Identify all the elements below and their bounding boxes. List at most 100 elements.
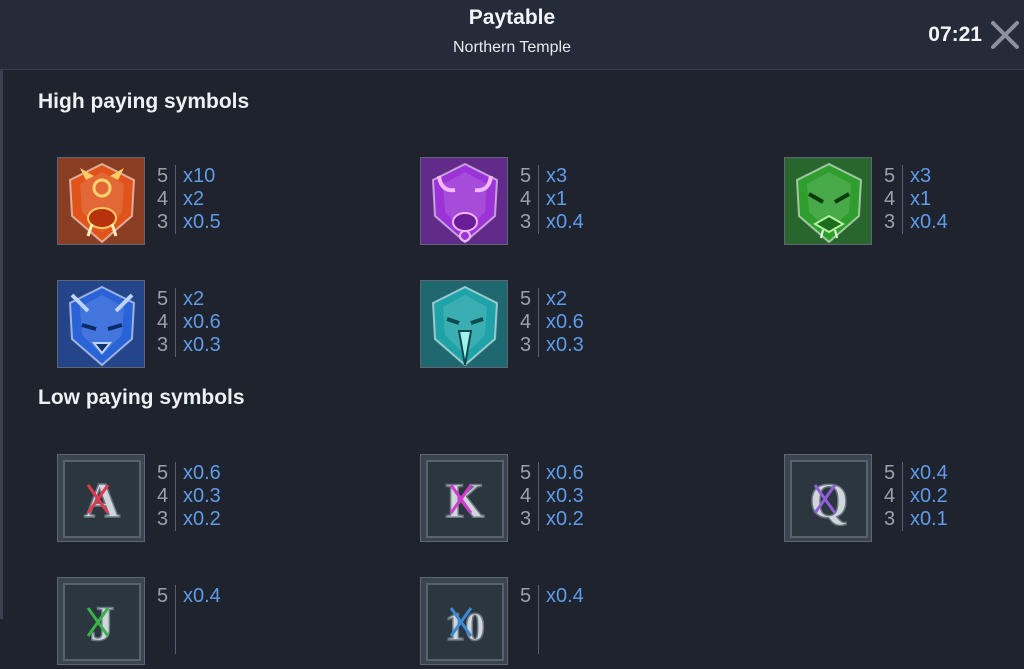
pay-multiplier: x2 — [183, 288, 205, 310]
pay-multiplier: x0.1 — [910, 508, 948, 530]
symbol-tile — [420, 280, 508, 368]
symbol-count: 5 — [157, 288, 169, 310]
pay-multiplier: x2 — [546, 288, 568, 310]
serpent-mask-icon — [785, 158, 871, 244]
pay-multiplier: x0.2 — [910, 485, 948, 507]
pay-row: 5 x3 — [520, 165, 620, 188]
letter-a-icon: A — [58, 455, 144, 541]
symbol-count: 4 — [157, 188, 169, 210]
pay-multiplier: x0.3 — [183, 334, 221, 356]
symbol-count: 5 — [520, 585, 532, 607]
pay-row: 5 x3 — [884, 165, 984, 188]
pay-multiplier: x0.4 — [546, 211, 584, 233]
pay-row: 3 x0.2 — [520, 508, 620, 531]
pay-row: 3 x0.2 — [157, 508, 257, 531]
pay-row: 3 x0.5 — [157, 211, 257, 234]
clock: 07:21 — [928, 23, 982, 46]
letter-j-icon: J — [58, 578, 144, 664]
symbol-count: 4 — [884, 188, 896, 210]
panel-edge — [0, 0, 3, 619]
eagle-mask-icon — [421, 281, 507, 367]
pay-multiplier: x0.2 — [183, 508, 221, 530]
boar-mask-icon — [58, 158, 144, 244]
pay-values: 5 x0.4 — [520, 585, 620, 654]
page-title: Paytable — [468, 6, 556, 29]
pay-row: 3 x0.3 — [157, 334, 257, 357]
symbol-count: 5 — [884, 165, 896, 187]
pay-values: 5 x0.6 4 x0.3 3 x0.2 — [157, 462, 257, 531]
bull-mask-icon — [421, 158, 507, 244]
pay-row: 5 x0.4 — [520, 585, 620, 608]
symbol-count: 5 — [520, 462, 532, 484]
svg-text:K: K — [446, 472, 485, 528]
pay-multiplier: x0.6 — [183, 462, 221, 484]
pay-values: 5 x0.4 4 x0.2 3 x0.1 — [884, 462, 984, 531]
pay-values: 5 x2 4 x0.6 3 x0.3 — [157, 288, 257, 357]
symbol-count: 4 — [157, 311, 169, 333]
number-10-icon: 10 — [421, 578, 507, 664]
close-button[interactable] — [988, 18, 1022, 52]
symbol-count: 5 — [520, 165, 532, 187]
high-section-title: High paying symbols — [38, 90, 250, 113]
pay-row: 4 x1 — [884, 188, 984, 211]
symbol-count: 3 — [520, 211, 532, 233]
pay-multiplier: x0.2 — [546, 508, 584, 530]
letter-k-icon: K — [421, 455, 507, 541]
pay-values: 5 x3 4 x1 3 x0.4 — [884, 165, 984, 234]
svg-text:A: A — [84, 472, 120, 528]
symbol-count: 3 — [520, 334, 532, 356]
game-name: Northern Temple — [453, 39, 571, 56]
pay-row: 4 x1 — [520, 188, 620, 211]
symbol-tile: 10 — [420, 577, 508, 665]
pay-multiplier: x0.3 — [183, 485, 221, 507]
pay-row: 3 x0.4 — [520, 211, 620, 234]
pay-multiplier: x0.6 — [546, 311, 584, 333]
pay-multiplier: x2 — [183, 188, 205, 210]
symbol-count: 5 — [157, 165, 169, 187]
pay-row: 5 x0.4 — [884, 462, 984, 485]
pay-multiplier: x0.6 — [183, 311, 221, 333]
pay-row: 4 x0.6 — [520, 311, 620, 334]
pay-row: 3 x0.4 — [884, 211, 984, 234]
pay-row: 4 x0.3 — [157, 485, 257, 508]
symbol-tile — [784, 157, 872, 245]
symbol-count: 5 — [157, 585, 169, 607]
symbol-tile: A — [57, 454, 145, 542]
pay-multiplier: x10 — [183, 165, 216, 187]
symbol-tile — [57, 157, 145, 245]
pay-multiplier: x0.3 — [546, 334, 584, 356]
svg-text:J: J — [90, 595, 115, 651]
symbol-count: 4 — [520, 311, 532, 333]
pay-multiplier: x0.4 — [910, 462, 948, 484]
symbol-count: 4 — [884, 485, 896, 507]
pay-values: 5 x10 4 x2 3 x0.5 — [157, 165, 257, 234]
symbol-tile: Q — [784, 454, 872, 542]
pay-multiplier: x3 — [546, 165, 568, 187]
symbol-count: 3 — [157, 334, 169, 356]
wolf-mask-icon — [58, 281, 144, 367]
symbol-tile — [57, 280, 145, 368]
symbol-count: 3 — [157, 508, 169, 530]
symbol-tile: J — [57, 577, 145, 665]
pay-multiplier: x0.4 — [546, 585, 584, 607]
close-icon — [991, 21, 1019, 49]
pay-values: 5 x0.6 4 x0.3 3 x0.2 — [520, 462, 620, 531]
pay-values: 5 x2 4 x0.6 3 x0.3 — [520, 288, 620, 357]
letter-q-icon: Q — [785, 455, 871, 541]
pay-values: 5 x0.4 — [157, 585, 257, 654]
pay-multiplier: x1 — [910, 188, 932, 210]
pay-row: 4 x0.3 — [520, 485, 620, 508]
pay-multiplier: x3 — [910, 165, 932, 187]
low-section-title: Low paying symbols — [38, 386, 245, 409]
pay-row: 5 x2 — [157, 288, 257, 311]
pay-row: 4 x0.6 — [157, 311, 257, 334]
symbol-count: 3 — [884, 211, 896, 233]
pay-multiplier: x0.6 — [546, 462, 584, 484]
pay-multiplier: x0.4 — [910, 211, 948, 233]
pay-row: 5 x2 — [520, 288, 620, 311]
symbol-count: 4 — [520, 188, 532, 210]
pay-multiplier: x0.3 — [546, 485, 584, 507]
symbol-count: 5 — [157, 462, 169, 484]
pay-multiplier: x0.4 — [183, 585, 221, 607]
symbol-count: 3 — [520, 508, 532, 530]
